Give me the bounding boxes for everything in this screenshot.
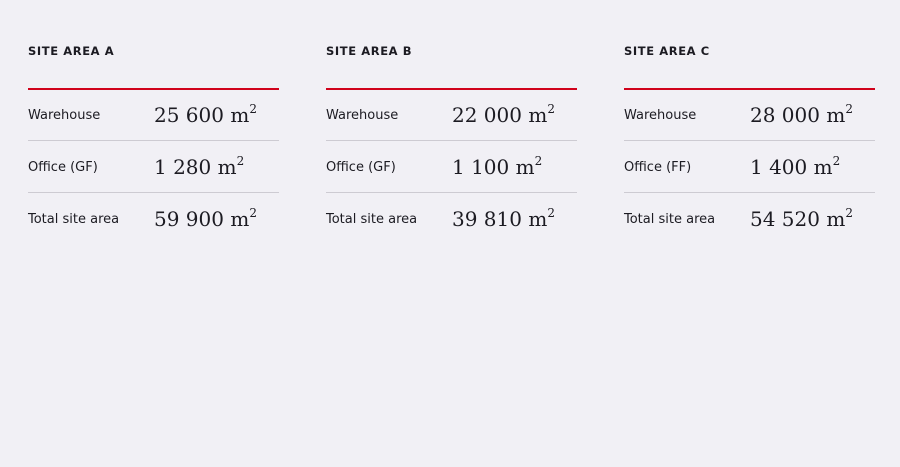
unit-exponent: 2 xyxy=(832,154,841,169)
site-area-c-row-office: Office (FF) 1 400 m2 xyxy=(624,142,875,193)
row-value: 1 280 m2 xyxy=(154,154,245,179)
row-label: Warehouse xyxy=(326,108,399,123)
unit-exponent: 2 xyxy=(845,102,853,117)
site-area-a-row-office: Office (GF) 1 280 m2 xyxy=(28,142,279,193)
row-label: Office (GF) xyxy=(326,160,396,175)
row-label: Total site area xyxy=(326,212,418,227)
row-value: 1 400 m2 xyxy=(750,154,841,179)
row-value: 59 900 m2 xyxy=(154,206,257,231)
unit-exponent: 2 xyxy=(236,154,245,169)
row-value: 22 000 m2 xyxy=(452,102,555,127)
row-value: 39 810 m2 xyxy=(452,206,555,231)
site-area-c-row-warehouse: Warehouse 28 000 m2 xyxy=(624,90,875,141)
site-area-b-row-total: Total site area 39 810 m2 xyxy=(326,194,577,245)
site-area-c-title: SITE AREA C xyxy=(624,44,710,58)
row-label: Office (GF) xyxy=(28,160,98,175)
site-area-b-row-warehouse: Warehouse 22 000 m2 xyxy=(326,90,577,141)
row-value: 25 600 m2 xyxy=(154,102,257,127)
row-value: 1 100 m2 xyxy=(452,154,543,179)
unit-exponent: 2 xyxy=(547,102,555,117)
row-label: Total site area xyxy=(624,212,716,227)
site-area-b-row-office: Office (GF) 1 100 m2 xyxy=(326,142,577,193)
row-value: 28 000 m2 xyxy=(750,102,853,127)
row-label: Total site area xyxy=(28,212,120,227)
row-label: Warehouse xyxy=(28,108,101,123)
row-value: 54 520 m2 xyxy=(750,206,853,231)
row-label: Warehouse xyxy=(624,108,697,123)
unit-exponent: 2 xyxy=(534,154,543,169)
site-area-a-row-total: Total site area 59 900 m2 xyxy=(28,194,279,245)
site-area-a-title: SITE AREA A xyxy=(28,44,115,58)
unit-exponent: 2 xyxy=(249,206,257,221)
site-area-a-row-warehouse: Warehouse 25 600 m2 xyxy=(28,90,279,141)
unit-exponent: 2 xyxy=(249,102,257,117)
row-label: Office (FF) xyxy=(624,160,692,175)
site-area-c-row-total: Total site area 54 520 m2 xyxy=(624,194,875,245)
unit-exponent: 2 xyxy=(547,206,555,221)
site-area-b-title: SITE AREA B xyxy=(326,44,413,58)
unit-exponent: 2 xyxy=(845,206,853,221)
